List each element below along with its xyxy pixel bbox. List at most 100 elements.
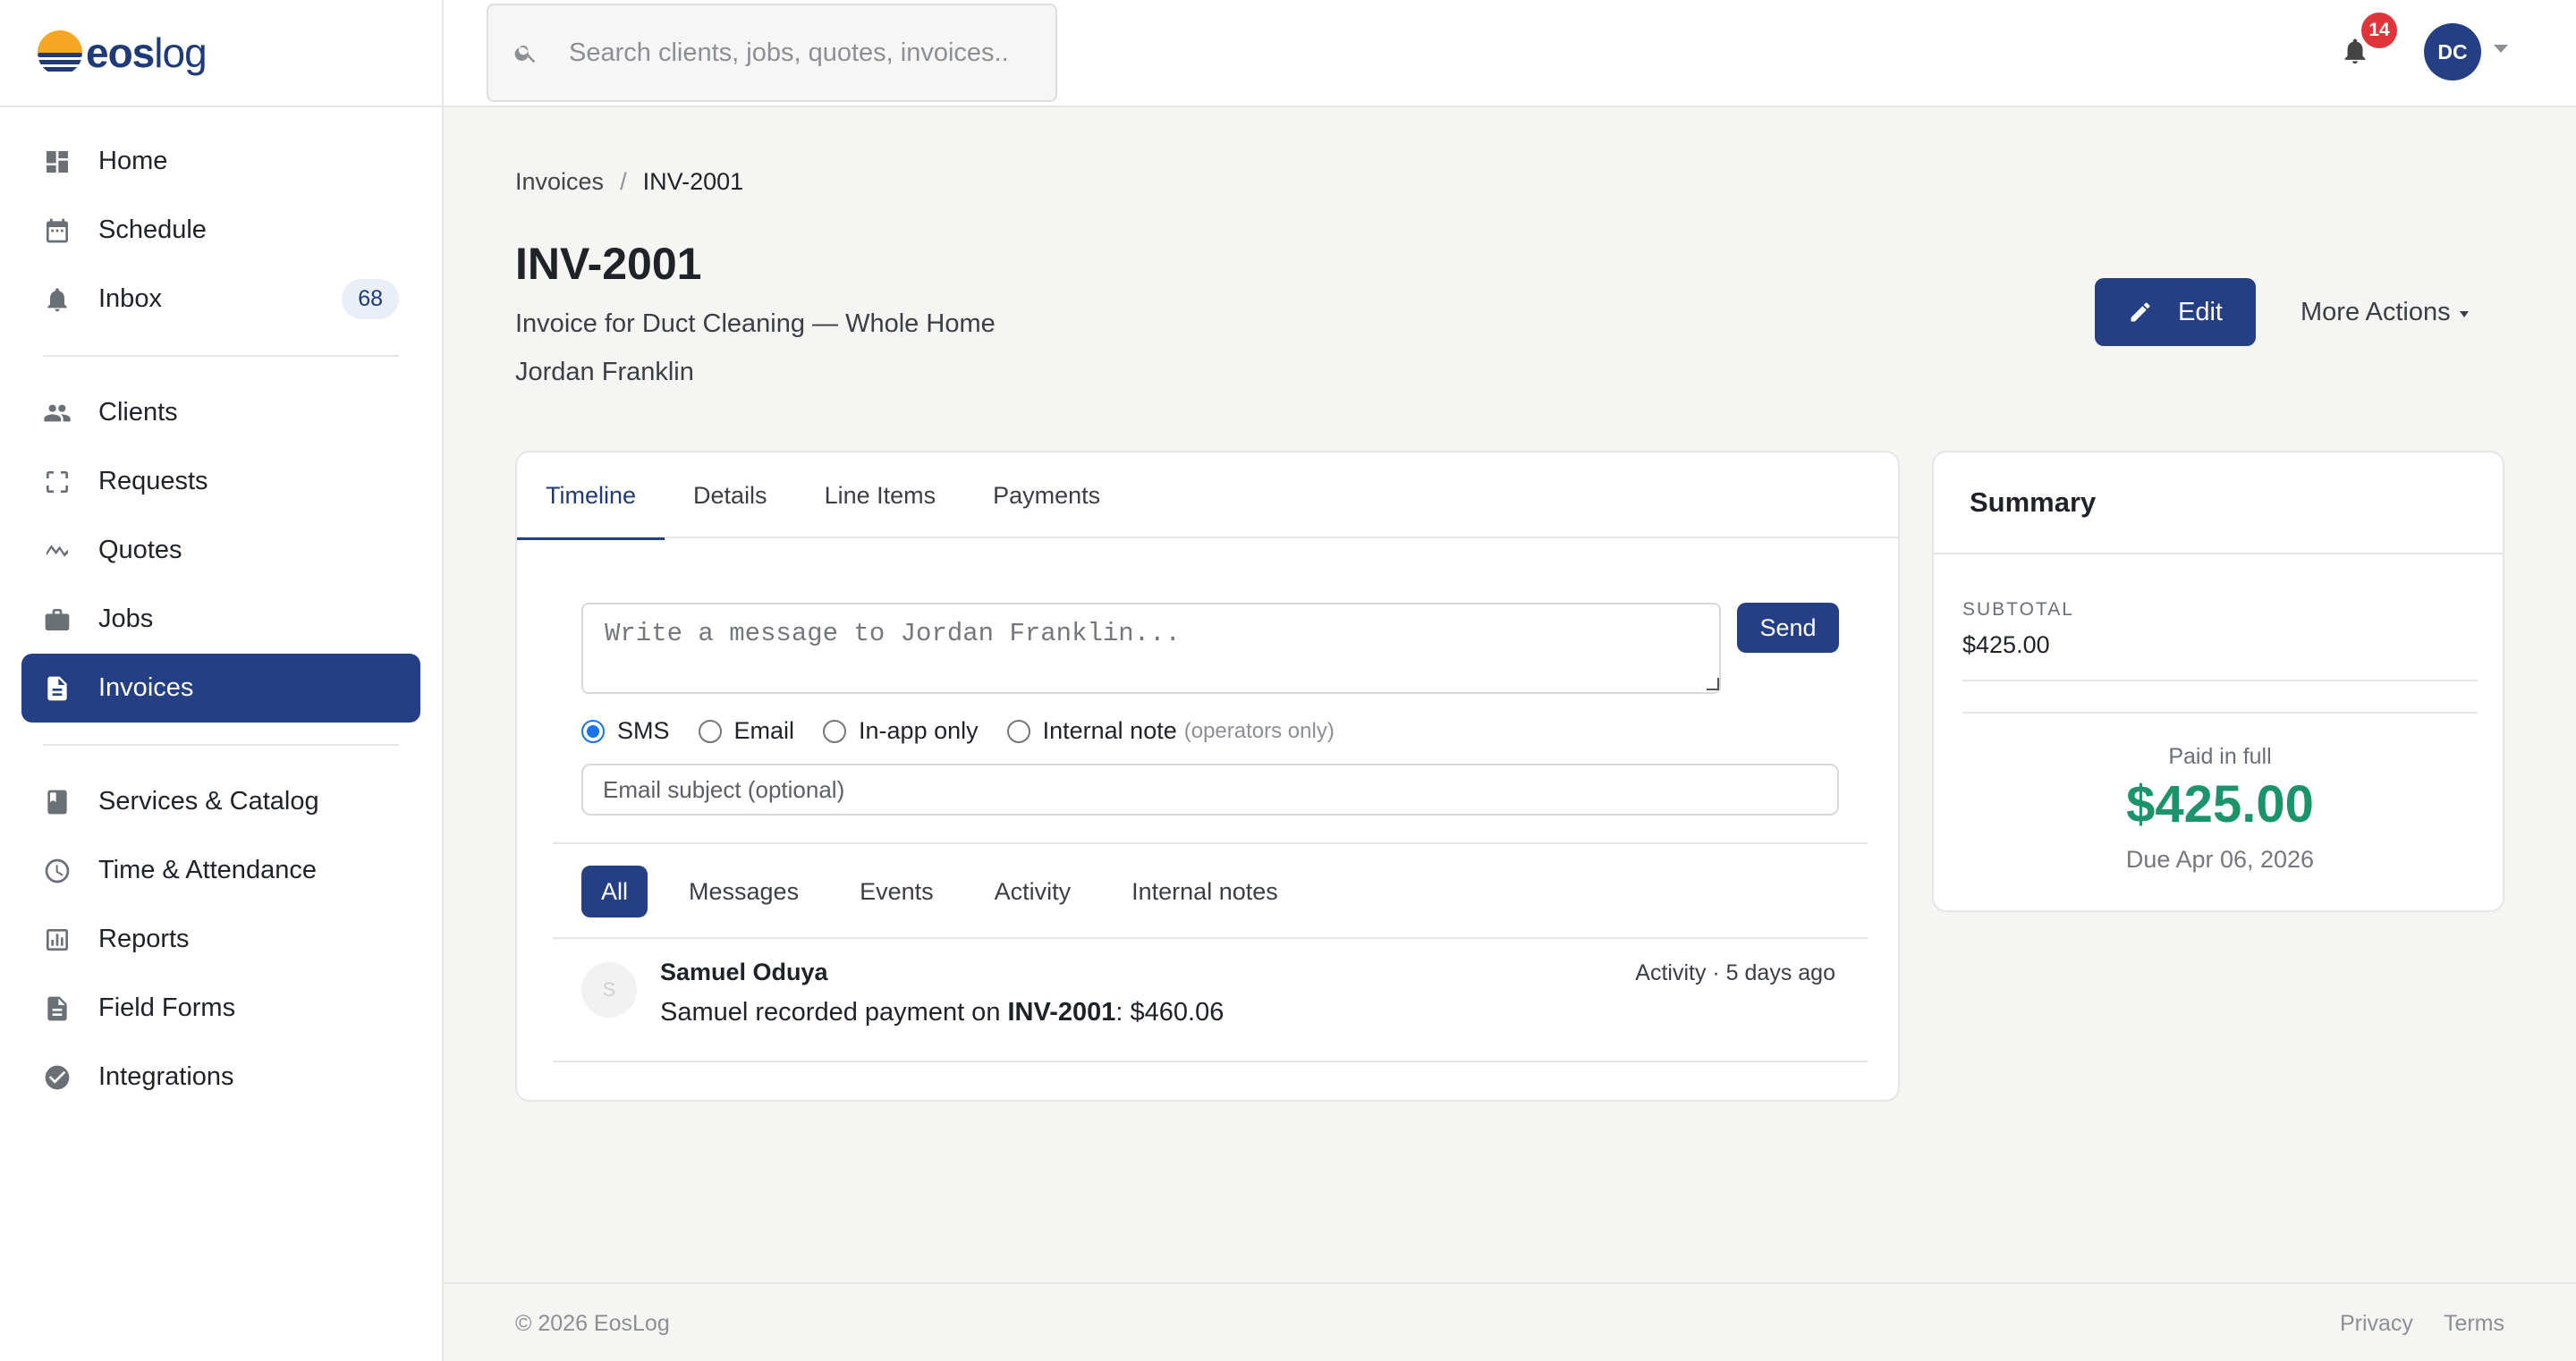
invoice-subtitle: Invoice for Duct Cleaning — Whole Home [515,309,996,338]
sidebar-item-label: Invoices [98,673,194,702]
timeline-card: Timeline Details Line Items Payments Sen… [515,451,1900,1102]
search-icon [514,45,536,63]
brand-name: eoslog [86,30,208,76]
subtotal-value: $425.00 [1962,631,2050,658]
sidebar-item-label: Jobs [98,604,154,633]
briefcase-icon [43,605,72,634]
channel-radio-internal-note[interactable]: Internal note (operators only) [1006,717,1335,745]
entry-meta: Activity · 5 days ago [1635,960,1835,985]
edit-button[interactable]: Edit [2095,278,2256,346]
form-icon [43,994,72,1023]
client-name-link[interactable]: Jordan Franklin [515,358,694,387]
breadcrumb-current: INV-2001 [642,168,744,195]
filter-messages[interactable]: Messages [669,866,818,917]
sidebar-item-field-forms[interactable]: Field Forms [21,974,420,1043]
edit-button-label: Edit [2178,297,2223,326]
sidebar: eoslog Home Schedule Inbox 68 Clients Re… [0,0,444,1361]
channel-options: SMS Email In-app only Internal note (ope… [581,717,1363,745]
total-amount: $425.00 [2126,775,2314,833]
tab-line-items[interactable]: Line Items [796,452,965,538]
channel-radio-sms[interactable]: SMS [581,717,670,745]
book-icon [43,788,72,816]
message-input[interactable] [581,603,1721,694]
payment-status: Paid in full [2168,744,2272,769]
people-icon [43,399,72,427]
filter-internal-notes[interactable]: Internal notes [1112,866,1298,917]
breadcrumb-separator: / [620,168,627,195]
caret-down-icon [2459,310,2469,317]
breadcrumb-invoices-link[interactable]: Invoices [515,168,604,196]
channel-radio-email[interactable]: Email [698,717,795,745]
resize-handle-icon[interactable] [1707,678,1719,690]
search-input[interactable] [569,38,1052,68]
clock-icon [43,857,72,885]
request-icon [43,468,72,496]
more-actions-button[interactable]: More Actions [2301,278,2469,346]
tab-payments[interactable]: Payments [964,452,1129,538]
calendar-icon [43,216,72,245]
chart-icon [43,926,72,954]
entry-author: Samuel Oduya [660,959,828,985]
divider [553,937,1868,939]
sidebar-item-jobs[interactable]: Jobs [21,585,420,654]
summary-title: Summary [1934,452,2503,554]
radio-button[interactable] [698,719,722,743]
tab-timeline[interactable]: Timeline [517,452,665,540]
radio-label: Email [733,717,795,744]
sidebar-item-requests[interactable]: Requests [21,447,420,516]
sidebar-item-clients[interactable]: Clients [21,378,420,447]
nav-divider [43,355,399,357]
divider [553,1061,1868,1062]
sidebar-item-home[interactable]: Home [21,127,420,196]
tab-details[interactable]: Details [665,452,796,538]
user-avatar[interactable]: DC [2424,23,2481,80]
terms-link[interactable]: Terms [2444,1311,2504,1337]
email-subject-input[interactable] [581,764,1839,816]
sidebar-item-integrations[interactable]: Integrations [21,1043,420,1112]
divider [1962,680,2478,681]
radio-label: SMS [617,717,670,744]
sidebar-item-schedule[interactable]: Schedule [21,196,420,265]
sidebar-item-label: Clients [98,398,178,427]
due-date: Due Apr 06, 2026 [2125,846,2315,873]
sidebar-item-quotes[interactable]: Quotes [21,516,420,585]
radio-button[interactable] [1006,719,1030,743]
bell-icon [43,285,72,314]
sidebar-item-label: Integrations [98,1062,234,1091]
privacy-link[interactable]: Privacy [2340,1311,2413,1337]
page-title: INV-2001 [515,239,702,289]
sidebar-item-label: Schedule [98,216,207,244]
channel-radio-in-app[interactable]: In-app only [823,717,979,745]
internal-note-hint: (operators only) [1183,718,1335,743]
brand-logo[interactable]: eoslog [0,0,442,107]
timeline-filters: All Messages Events Activity Internal no… [581,866,1319,917]
sidebar-item-label: Time & Attendance [98,856,317,884]
sidebar-item-label: Reports [98,925,190,953]
sidebar-item-inbox[interactable]: Inbox 68 [21,265,420,334]
global-search[interactable] [487,4,1057,102]
send-button[interactable]: Send [1737,603,1839,653]
filter-activity[interactable]: Activity [975,866,1091,917]
footer-links: Privacy Terms [2340,1311,2504,1337]
check-circle-icon [43,1063,72,1092]
radio-button[interactable] [823,719,847,743]
radio-button[interactable] [581,719,605,743]
sidebar-item-reports[interactable]: Reports [21,905,420,974]
sidebar-item-services-catalog[interactable]: Services & Catalog [21,767,420,836]
sidebar-item-label: Inbox [98,284,162,313]
radio-label: Internal note [1042,717,1177,744]
sidebar-item-label: Requests [98,467,208,495]
avatar: S [581,962,637,1018]
subtotal-label: SUBTOTAL [1962,599,2074,620]
chevron-down-icon[interactable] [2494,45,2508,53]
invoice-ref: INV-2001 [1007,998,1116,1027]
sidebar-item-label: Field Forms [98,993,236,1022]
sidebar-item-invoices[interactable]: Invoices [21,654,420,723]
filter-events[interactable]: Events [840,866,953,917]
filter-all[interactable]: All [581,866,648,917]
summary-card: Summary SUBTOTAL $425.00 Paid in full $4… [1932,451,2504,912]
sidebar-item-label: Quotes [98,536,182,564]
nav-divider [43,744,399,746]
sidebar-item-time-attendance[interactable]: Time & Attendance [21,836,420,905]
radio-label: In-app only [859,717,979,744]
